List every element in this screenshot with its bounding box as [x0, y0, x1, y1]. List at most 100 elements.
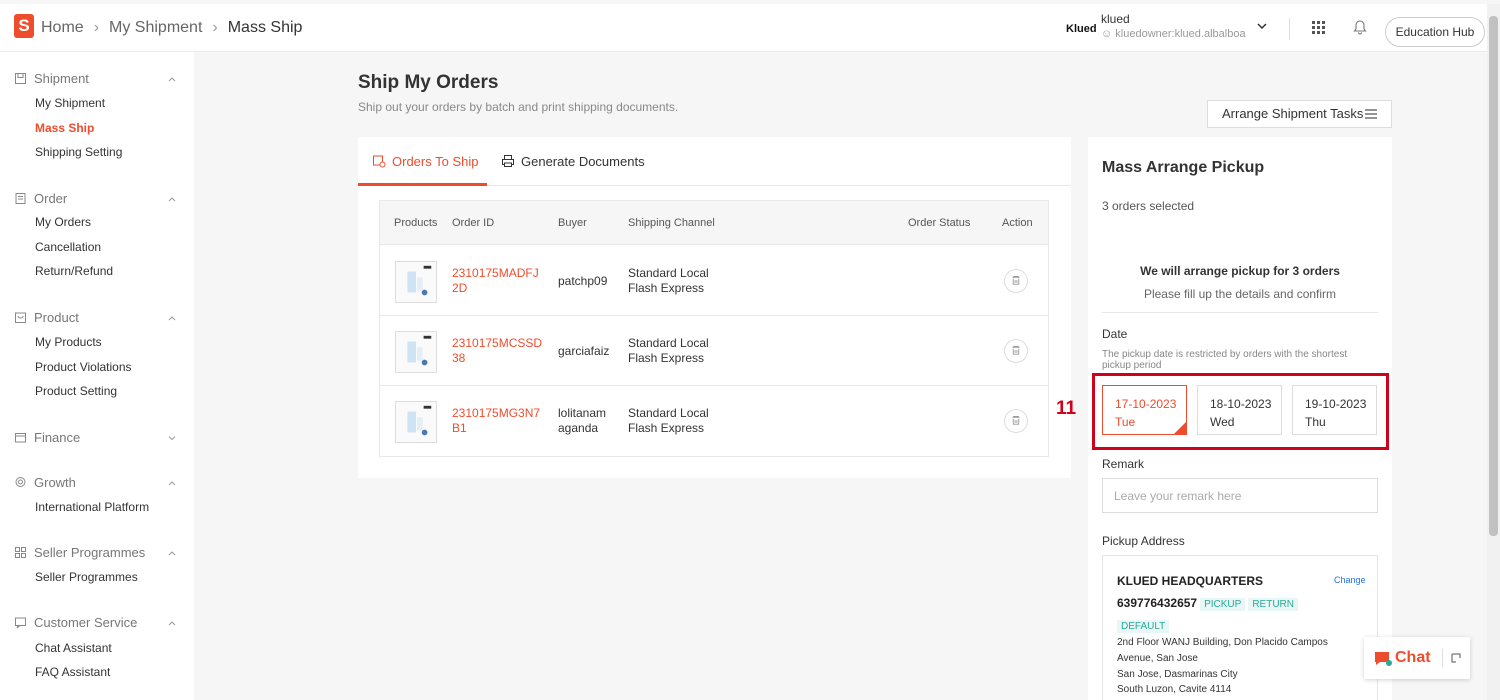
- address-phone: 639776432657 PICKUP RETURN: [1117, 596, 1298, 611]
- chat-label: Chat: [1395, 649, 1431, 666]
- apps-grid-icon[interactable]: [1311, 20, 1326, 35]
- sidebar-section-label: Product: [34, 310, 79, 325]
- chevron-up-icon[interactable]: [166, 547, 178, 559]
- printer-icon: [502, 155, 514, 167]
- product-icon: [15, 312, 26, 323]
- order-id-line: 2310175MADFJ: [452, 266, 539, 280]
- chevron-down-icon[interactable]: [1254, 18, 1270, 34]
- sidebar-item-international-platform[interactable]: International Platform: [35, 500, 149, 514]
- sidebar-section-growth[interactable]: Growth: [14, 475, 76, 490]
- sidebar-item-mass-ship[interactable]: Mass Ship: [35, 121, 94, 135]
- order-id-line: 38: [452, 351, 466, 365]
- chevron-up-icon[interactable]: [166, 617, 178, 629]
- chevron-up-icon[interactable]: [166, 73, 178, 85]
- minimize-icon[interactable]: [1450, 652, 1462, 664]
- sidebar-section-shipment[interactable]: Shipment: [14, 71, 89, 86]
- seller-programmes-icon: [15, 547, 26, 558]
- table-header: Products Order ID Buyer Shipping Channel…: [380, 201, 1048, 245]
- buyer-line: lolitanam: [558, 406, 607, 420]
- page-scrollbar[interactable]: [1487, 4, 1500, 700]
- order-id-link[interactable]: 2310175MADFJ 2D: [452, 266, 548, 296]
- arrange-shipment-tasks-button[interactable]: Arrange Shipment Tasks: [1207, 100, 1392, 128]
- trash-icon[interactable]: [1004, 409, 1028, 433]
- shop-logo: Klued: [1066, 23, 1097, 35]
- breadcrumb-current: Mass Ship: [227, 19, 303, 36]
- sidebar-section-order[interactable]: Order: [14, 191, 67, 206]
- remark-input[interactable]: Leave your remark here: [1102, 478, 1378, 513]
- date-hint: The pickup date is restricted by orders …: [1102, 349, 1348, 371]
- shipping-channel: Standard Local Flash Express: [628, 406, 709, 436]
- trash-icon[interactable]: [1004, 269, 1028, 293]
- product-thumbnail[interactable]: [395, 261, 437, 303]
- orders-card: Orders To Ship Generate Documents Produc…: [358, 137, 1071, 478]
- chevron-down-icon[interactable]: [166, 432, 178, 444]
- sidebar-section-seller-programmes[interactable]: Seller Programmes: [14, 545, 145, 560]
- divider: [1102, 312, 1378, 313]
- sidebar-section-finance[interactable]: Finance: [14, 430, 80, 445]
- growth-icon: [15, 477, 26, 487]
- shipping-channel-line: Flash Express: [628, 281, 705, 295]
- sidebar-item-chat-assistant[interactable]: Chat Assistant: [35, 641, 112, 655]
- sidebar-section-customer-service[interactable]: Customer Service: [14, 615, 137, 630]
- chevron-up-icon[interactable]: [166, 312, 178, 324]
- sidebar-section-label: Order: [34, 191, 68, 206]
- top-bar: S Home › My Shipment › Mass Ship Klued klued…: [0, 4, 1500, 52]
- chevron-up-icon[interactable]: [166, 477, 178, 489]
- sidebar-section-label: Growth: [34, 475, 76, 490]
- sidebar-item-faq-assistant[interactable]: FAQ Assistant: [35, 665, 110, 679]
- arrange-shipment-tasks-label: Arrange Shipment Tasks: [1222, 106, 1364, 121]
- sidebar-section-label: Customer Service: [34, 615, 138, 630]
- address-line: Avenue, San Jose: [1117, 653, 1198, 664]
- order-id-link[interactable]: 2310175MCSSD 38: [452, 336, 548, 366]
- tab-generate-documents[interactable]: Generate Documents: [501, 154, 645, 169]
- column-header-shipping-channel: Shipping Channel: [628, 217, 715, 229]
- table-row: 2310175MCSSD 38 garciafaiz Standard Local…: [380, 316, 1048, 386]
- return-tag: RETURN: [1248, 598, 1298, 611]
- order-icon: [15, 193, 26, 204]
- product-thumbnail[interactable]: [395, 401, 437, 443]
- sidebar-item-cancellation[interactable]: Cancellation: [35, 240, 101, 254]
- sidebar-section-product[interactable]: Product: [14, 310, 79, 325]
- sidebar-item-return-refund[interactable]: Return/Refund: [35, 264, 113, 278]
- sidebar-item-shipping-setting[interactable]: Shipping Setting: [35, 145, 122, 159]
- order-id-link[interactable]: 2310175MG3N7 B1: [452, 406, 548, 436]
- buyer-name: lolitanam aganda: [558, 406, 622, 436]
- pickup-notice-title: We will arrange pickup for 3 orders: [1140, 264, 1340, 278]
- date-label: Date: [1102, 327, 1128, 341]
- shipping-channel: Standard Local Flash Express: [628, 336, 709, 366]
- remark-label: Remark: [1102, 457, 1145, 471]
- address-line: 2nd Floor WANJ Building, Don Placido Cam…: [1117, 637, 1328, 648]
- breadcrumb-home[interactable]: Home: [41, 19, 84, 37]
- account-name[interactable]: klued: [1101, 12, 1130, 26]
- address-line: South Luzon, Cavite 4114: [1117, 684, 1232, 695]
- sidebar-item-my-products[interactable]: My Products: [35, 335, 102, 349]
- shopee-logo-icon[interactable]: S: [14, 14, 34, 38]
- sidebar-item-seller-programmes[interactable]: Seller Programmes: [35, 570, 138, 584]
- sidebar-item-product-violations[interactable]: Product Violations: [35, 360, 132, 374]
- order-id-line: 2310175MG3N7: [452, 406, 541, 420]
- tab-label: Generate Documents: [521, 154, 645, 169]
- sidebar-item-my-orders[interactable]: My Orders: [35, 215, 91, 229]
- active-tab-indicator: [358, 183, 487, 186]
- change-address-link[interactable]: Change: [1334, 575, 1366, 585]
- sidebar-item-product-setting[interactable]: Product Setting: [35, 384, 117, 398]
- order-id-line: 2D: [452, 281, 468, 295]
- chevron-up-icon[interactable]: [166, 193, 178, 205]
- table-row: 2310175MG3N7 B1 lolitanam aganda Standard …: [380, 386, 1048, 456]
- shipping-channel-line: Standard Local: [628, 336, 709, 350]
- account-subname-text: kluedowner:klued.albalboa: [1115, 28, 1246, 40]
- bell-icon[interactable]: [1352, 19, 1368, 35]
- column-header-action: Action: [1002, 217, 1033, 229]
- tab-orders-to-ship[interactable]: Orders To Ship: [372, 154, 478, 169]
- sidebar-item-my-shipment[interactable]: My Shipment: [35, 96, 105, 110]
- shipping-channel-line: Flash Express: [628, 351, 705, 365]
- product-thumbnail[interactable]: [395, 331, 437, 373]
- table-row: 2310175MADFJ 2D patchp09 Standard Local Fl…: [380, 246, 1048, 316]
- sidebar: Shipment My Shipment Mass Ship Shipping …: [0, 52, 194, 700]
- breadcrumb-my-shipment[interactable]: My Shipment: [109, 19, 202, 37]
- trash-icon[interactable]: [1004, 339, 1028, 363]
- chat-widget[interactable]: Chat: [1364, 637, 1470, 679]
- tab-bar: Orders To Ship Generate Documents: [358, 137, 1071, 186]
- scrollbar-thumb[interactable]: [1489, 16, 1498, 536]
- education-hub-button[interactable]: Education Hub: [1385, 17, 1485, 47]
